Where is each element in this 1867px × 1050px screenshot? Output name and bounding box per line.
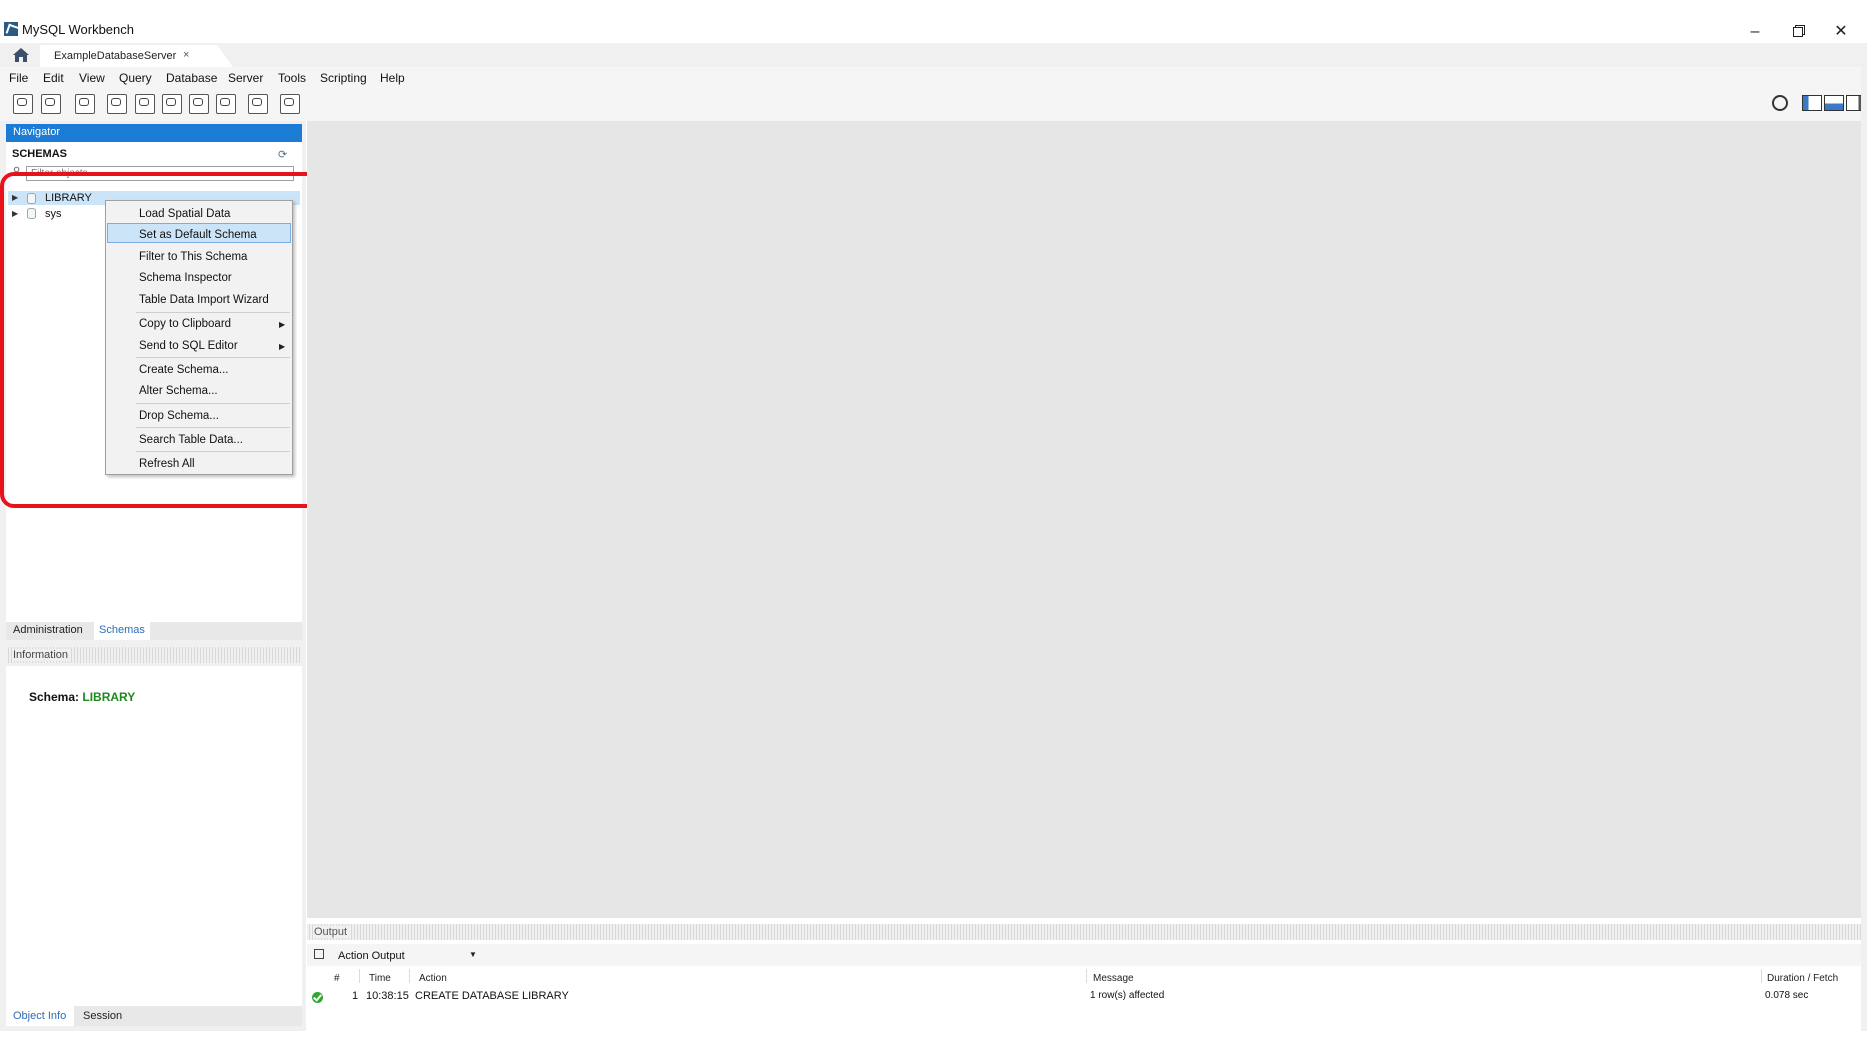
schema-info: Schema: LIBRARY	[29, 690, 135, 704]
inspect-object-icon[interactable]	[75, 94, 95, 114]
refresh-icon[interactable]: ⟳	[278, 148, 287, 161]
create-schema-icon[interactable]	[107, 94, 127, 114]
tab-close-icon[interactable]: ×	[183, 49, 189, 61]
column-separator	[1086, 969, 1087, 983]
navigator-title: Navigator	[13, 126, 61, 138]
settings-icon[interactable]	[1772, 95, 1788, 111]
window-edge	[1861, 54, 1867, 1031]
column-separator	[409, 969, 410, 983]
toggle-output-icon[interactable]	[1824, 95, 1844, 111]
restore-icon[interactable]	[1783, 22, 1813, 42]
column-header-time: Time	[369, 973, 391, 984]
copy-icon[interactable]	[314, 949, 324, 959]
schema-info-label: Schema:	[29, 690, 80, 704]
information-panel	[6, 666, 302, 1006]
output-header	[307, 924, 1861, 940]
new-sql-tab-icon[interactable]	[13, 94, 33, 114]
row-number: 1	[352, 990, 359, 1002]
create-view-icon[interactable]	[162, 94, 182, 114]
home-icon[interactable]	[12, 47, 30, 63]
close-icon[interactable]: ✕	[1826, 22, 1856, 42]
menu-help[interactable]: Help	[380, 71, 405, 85]
create-function-icon[interactable]	[216, 94, 236, 114]
menu-view[interactable]: View	[79, 71, 105, 85]
menu-query[interactable]: Query	[119, 71, 152, 85]
create-table-icon[interactable]	[135, 94, 155, 114]
create-procedure-icon[interactable]	[189, 94, 209, 114]
column-separator	[1761, 969, 1762, 983]
menu-edit[interactable]: Edit	[43, 71, 64, 85]
window-title: MySQL Workbench	[22, 22, 134, 37]
menu-tools[interactable]: Tools	[278, 71, 306, 85]
tab-session[interactable]: Session	[83, 1010, 122, 1022]
column-header-message: Message	[1093, 973, 1134, 984]
column-header-action: Action	[419, 973, 447, 984]
success-check-icon	[312, 992, 323, 1003]
information-title: Information	[13, 649, 72, 661]
menu-scripting[interactable]: Scripting	[320, 71, 367, 85]
open-sql-script-icon[interactable]	[41, 94, 61, 114]
chevron-down-icon[interactable]: ▼	[469, 950, 477, 959]
menu-server[interactable]: Server	[228, 71, 263, 85]
search-table-data-icon[interactable]	[248, 94, 268, 114]
toggle-sidebar-icon[interactable]	[1802, 95, 1822, 111]
tab-label: ExampleDatabaseServer	[54, 50, 177, 62]
row-duration: 0.078 sec	[1765, 990, 1809, 1001]
tab-object-info[interactable]: Object Info	[13, 1010, 66, 1022]
tab-administration[interactable]: Administration	[13, 624, 83, 636]
output-toolbar	[307, 944, 1861, 966]
column-header-duration: Duration / Fetch	[1767, 973, 1839, 984]
output-type-select[interactable]: Action Output	[338, 950, 405, 962]
mysql-workbench-logo-icon	[4, 22, 18, 36]
schema-info-value: LIBRARY	[82, 690, 136, 704]
row-message: 1 row(s) affected	[1090, 990, 1165, 1001]
output-title: Output	[314, 926, 351, 938]
column-separator	[359, 969, 360, 983]
menu-database[interactable]: Database	[166, 71, 217, 85]
schemas-label: SCHEMAS	[12, 148, 68, 160]
main-editor-area	[307, 121, 1861, 918]
row-time: 10:38:15	[366, 990, 409, 1002]
tab-schemas[interactable]: Schemas	[99, 624, 145, 636]
row-action: CREATE DATABASE LIBRARY	[415, 990, 569, 1002]
reconnect-icon[interactable]	[280, 94, 300, 114]
minimize-icon[interactable]: –	[1740, 22, 1770, 42]
navigator-header: Navigator	[6, 124, 302, 142]
menu-file[interactable]: File	[9, 71, 28, 85]
connection-tab-bar	[0, 43, 1867, 67]
annotation-highlight-box	[0, 172, 322, 508]
column-header-number: #	[334, 973, 340, 984]
